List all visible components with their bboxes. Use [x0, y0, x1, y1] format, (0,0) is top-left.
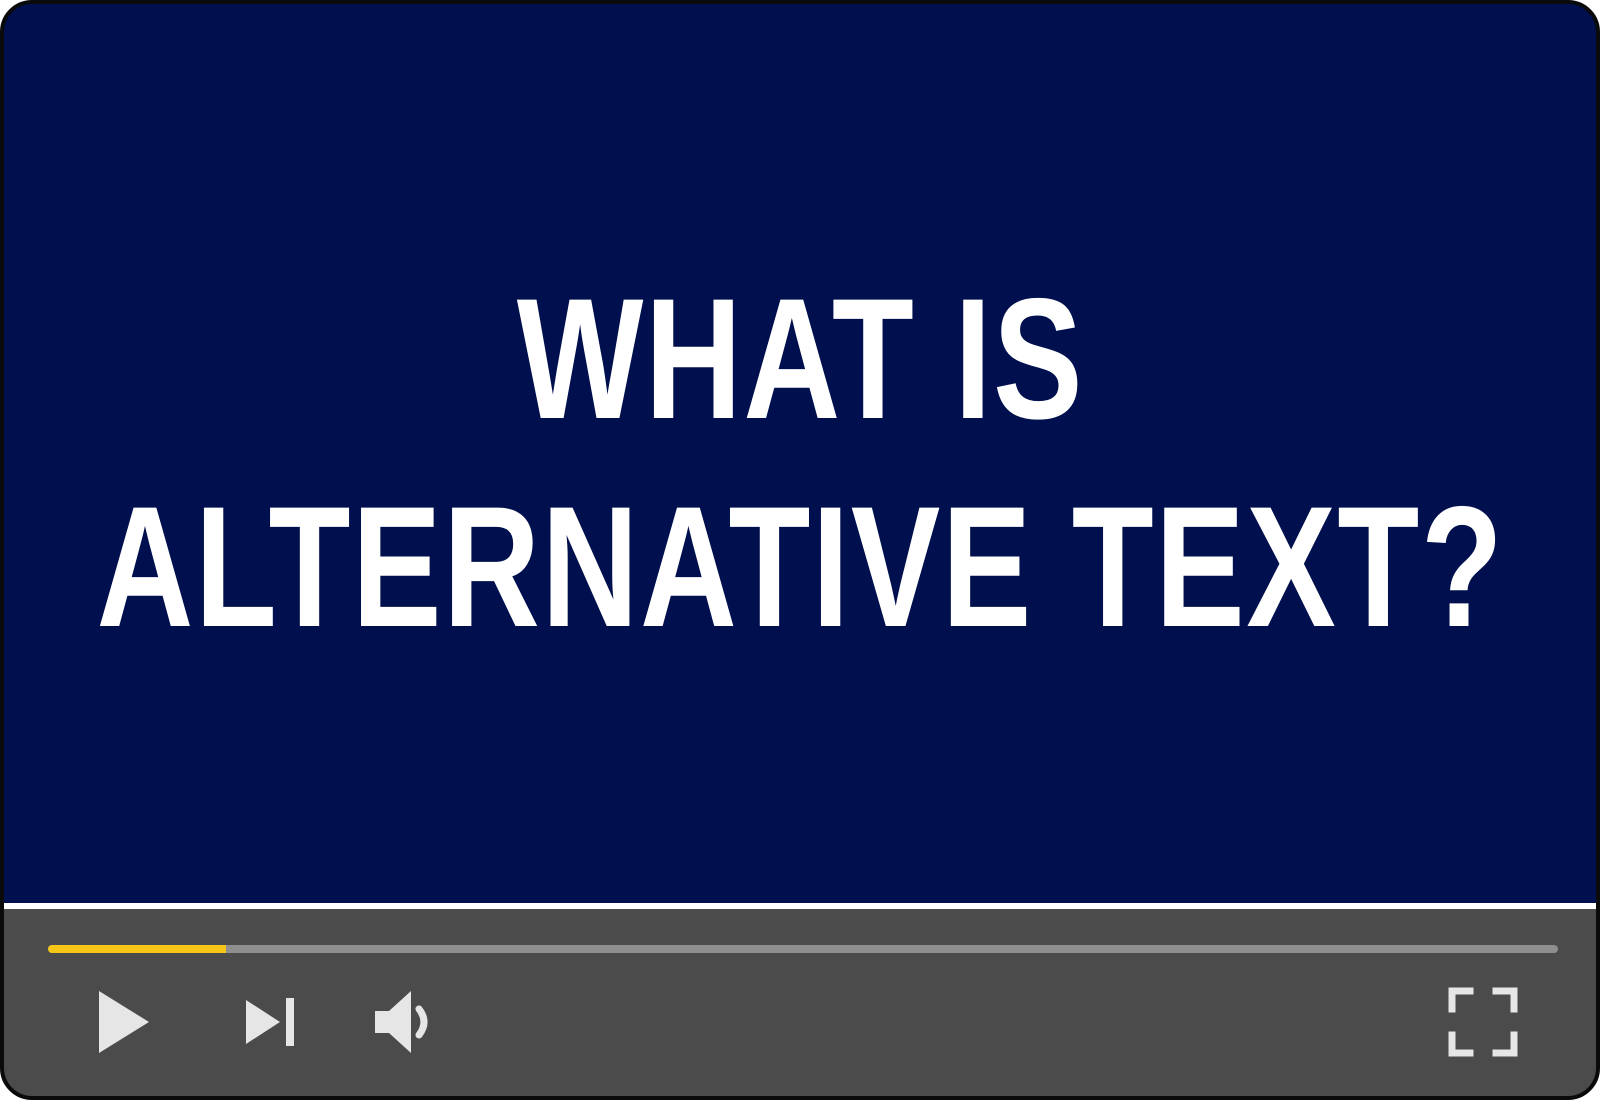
progress-bar[interactable]: [48, 945, 1558, 953]
video-player: WHAT IS ALTERNATIVE TEXT?: [0, 0, 1600, 1100]
play-icon: [99, 991, 149, 1053]
video-frame[interactable]: WHAT IS ALTERNATIVE TEXT?: [4, 4, 1596, 903]
progress-played: [48, 945, 227, 953]
volume-button[interactable]: [370, 987, 436, 1057]
volume-icon: [375, 991, 428, 1053]
fullscreen-button[interactable]: [1444, 987, 1522, 1057]
play-button[interactable]: [88, 987, 158, 1057]
fullscreen-icon: [1448, 987, 1518, 1057]
control-bar: [4, 909, 1596, 1096]
video-title-line-2: ALTERNATIVE TEXT?: [96, 470, 1504, 663]
next-button[interactable]: [238, 987, 302, 1057]
skip-next-icon: [246, 998, 294, 1046]
video-title-text: WHAT IS ALTERNATIVE TEXT?: [96, 255, 1504, 671]
video-title-line-1: WHAT IS: [516, 262, 1084, 455]
